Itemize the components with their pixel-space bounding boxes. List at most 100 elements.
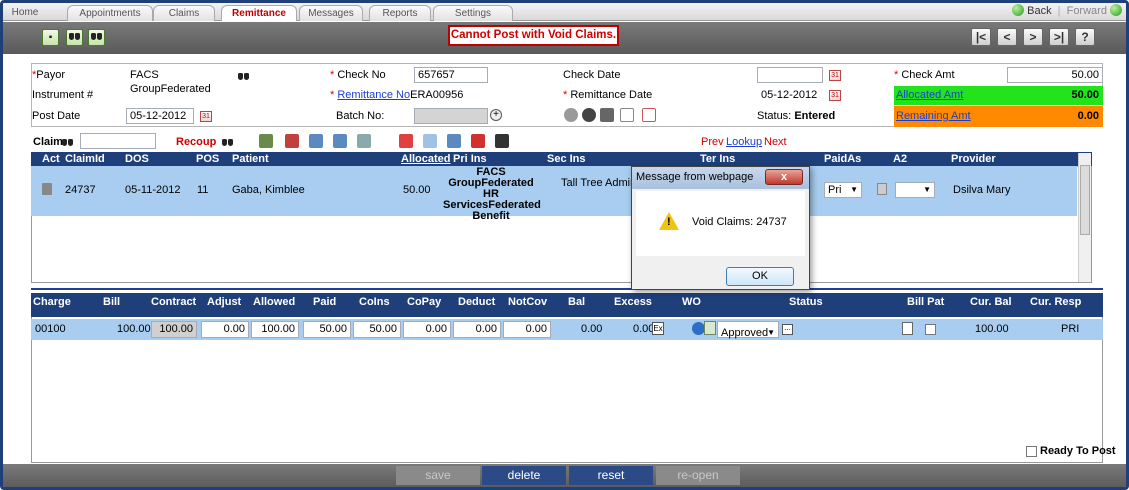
claims-grid-scrollbar[interactable] (1078, 153, 1091, 282)
col-excess: Excess (614, 296, 652, 308)
remittance-date-field[interactable]: 05-12-2012 (757, 87, 823, 103)
tab-home[interactable]: Home (5, 5, 45, 21)
grid-icon[interactable] (423, 134, 437, 148)
attachment-icon[interactable] (642, 108, 656, 122)
excess-icon[interactable]: Ex (652, 322, 664, 335)
recoup-search-icon[interactable] (222, 136, 234, 147)
tab-reports[interactable]: Reports (369, 5, 431, 21)
dialog-close-button[interactable]: x (765, 169, 803, 185)
save-button[interactable]: save (396, 466, 480, 485)
next-record-button[interactable]: > (1023, 28, 1043, 46)
prev-link[interactable]: Prev (701, 136, 724, 148)
users-icon[interactable] (309, 134, 323, 148)
forward-icon[interactable] (1110, 4, 1122, 16)
list-icon[interactable] (495, 134, 509, 148)
claim-toolbar: Claim Recoup Prev Lookup Next (31, 133, 1103, 149)
reset-button[interactable]: reset (569, 466, 653, 485)
print-icon[interactable] (600, 108, 614, 122)
claim-provider: Dsilva Mary (953, 184, 1011, 196)
check-no-field[interactable]: 657657 (414, 67, 488, 83)
col-paidas: PaidAs (824, 153, 862, 165)
help-button[interactable]: ? (1075, 28, 1095, 46)
info-icon[interactable] (564, 108, 578, 122)
report-icon[interactable] (285, 134, 299, 148)
lookup-link[interactable]: Lookup (726, 136, 762, 148)
col-bill: Bill (103, 296, 121, 308)
calendar-icon[interactable] (399, 134, 413, 148)
claim-pos: 11 (197, 184, 209, 196)
delete-button[interactable]: delete (482, 466, 566, 485)
tab-settings[interactable]: Settings (433, 5, 513, 21)
remittance-no-value: ERA00956 (410, 89, 464, 101)
remittance-no-link[interactable]: Remittance No (337, 89, 410, 101)
back-icon[interactable] (1012, 4, 1025, 16)
allocated-amt-link[interactable]: Allocated Amt (896, 89, 963, 101)
section-divider (31, 288, 1103, 290)
deduct-field[interactable]: 0.00 (453, 321, 501, 338)
col-pri-ins: Pri Ins (453, 153, 487, 165)
claim-sec-ins: Tall Tree Administrator (561, 178, 631, 189)
patient-icon[interactable] (447, 134, 461, 148)
reopen-button[interactable]: re-open (656, 466, 740, 485)
tab-messages[interactable]: Messages (299, 5, 363, 21)
remaining-amt-link[interactable]: Remaining Amt (896, 110, 971, 122)
last-record-button[interactable]: >| (1049, 28, 1069, 46)
new-document-button[interactable]: ▪ (42, 29, 59, 46)
edit-icon[interactable] (259, 134, 273, 148)
dollar-icon[interactable] (357, 134, 371, 148)
claim-search-icon[interactable] (62, 136, 74, 147)
a2-select[interactable]: ▼ (895, 182, 935, 198)
bill-pat-checkbox[interactable] (925, 324, 936, 335)
info-icon[interactable] (877, 183, 887, 195)
post-date-calendar-icon[interactable]: 31 (200, 111, 212, 122)
paid-field[interactable]: 50.00 (303, 321, 351, 338)
back-link[interactable]: Back (1027, 5, 1051, 17)
adjust-field[interactable]: 0.00 (201, 321, 249, 338)
post-date-field[interactable]: 05-12-2012 (126, 108, 194, 124)
check-date-field[interactable] (757, 67, 823, 83)
claim-search-input[interactable] (80, 133, 156, 149)
prev-record-button[interactable]: < (997, 28, 1017, 46)
remittance-date-calendar-icon[interactable]: 31 (829, 90, 841, 101)
delete-trash-icon[interactable] (42, 183, 52, 195)
add-batch-icon[interactable]: + (490, 109, 502, 121)
table-row[interactable]: 00100 100.00 100.00 0.00 100.00 50.00 50… (31, 319, 1103, 340)
next-link[interactable]: Next (764, 136, 787, 148)
find-binoculars-button[interactable] (66, 29, 83, 46)
col-contract: Contract (151, 296, 197, 308)
pdf-icon[interactable] (471, 134, 485, 148)
notcov-field[interactable]: 0.00 (503, 321, 551, 338)
check-amt-field[interactable]: 50.00 (1007, 67, 1103, 83)
user-transfer-icon[interactable] (333, 134, 347, 148)
edit-note-icon[interactable] (704, 321, 716, 335)
table-row[interactable]: 24737 05-11-2012 11 Gaba, Kimblee 50.00 … (31, 166, 1077, 222)
check-date-calendar-icon[interactable]: 31 (829, 70, 841, 81)
col-sec-ins: Sec Ins (547, 153, 586, 165)
scrollbar-thumb[interactable] (1080, 165, 1090, 235)
tab-remittance[interactable]: Remittance (221, 5, 297, 21)
col-claimid: ClaimId (65, 153, 105, 165)
paid-as-select[interactable]: Pri ▼ (824, 182, 862, 198)
note-icon[interactable] (620, 108, 634, 122)
ok-button[interactable]: OK (726, 267, 794, 286)
payor-field[interactable]: FACS GroupFederated (126, 67, 234, 95)
first-record-button[interactable]: |< (971, 28, 991, 46)
find-next-button[interactable] (88, 29, 105, 46)
bill-pat-icon[interactable] (902, 322, 913, 335)
ready-to-post-checkbox[interactable] (1026, 446, 1037, 457)
forward-link[interactable]: Forward (1067, 5, 1107, 17)
allowed-field[interactable]: 100.00 (251, 321, 299, 338)
dialog-body: Void Claims: 24737 (636, 191, 805, 256)
charge-code: 00100 (35, 323, 66, 335)
col-allocated[interactable]: Allocated (401, 153, 451, 165)
claim-patient: Gaba, Kimblee (232, 184, 305, 196)
more-options-icon[interactable]: ... (782, 324, 793, 335)
coins-field[interactable]: 50.00 (353, 321, 401, 338)
status-select[interactable]: Approved ▼ (717, 321, 779, 339)
copay-field[interactable]: 0.00 (403, 321, 451, 338)
tab-appointments[interactable]: Appointments (67, 5, 153, 21)
payor-label: *Payor (32, 69, 66, 81)
payor-search-icon[interactable] (238, 70, 250, 81)
search-icon[interactable] (582, 108, 596, 122)
tab-claims[interactable]: Claims (153, 5, 215, 21)
